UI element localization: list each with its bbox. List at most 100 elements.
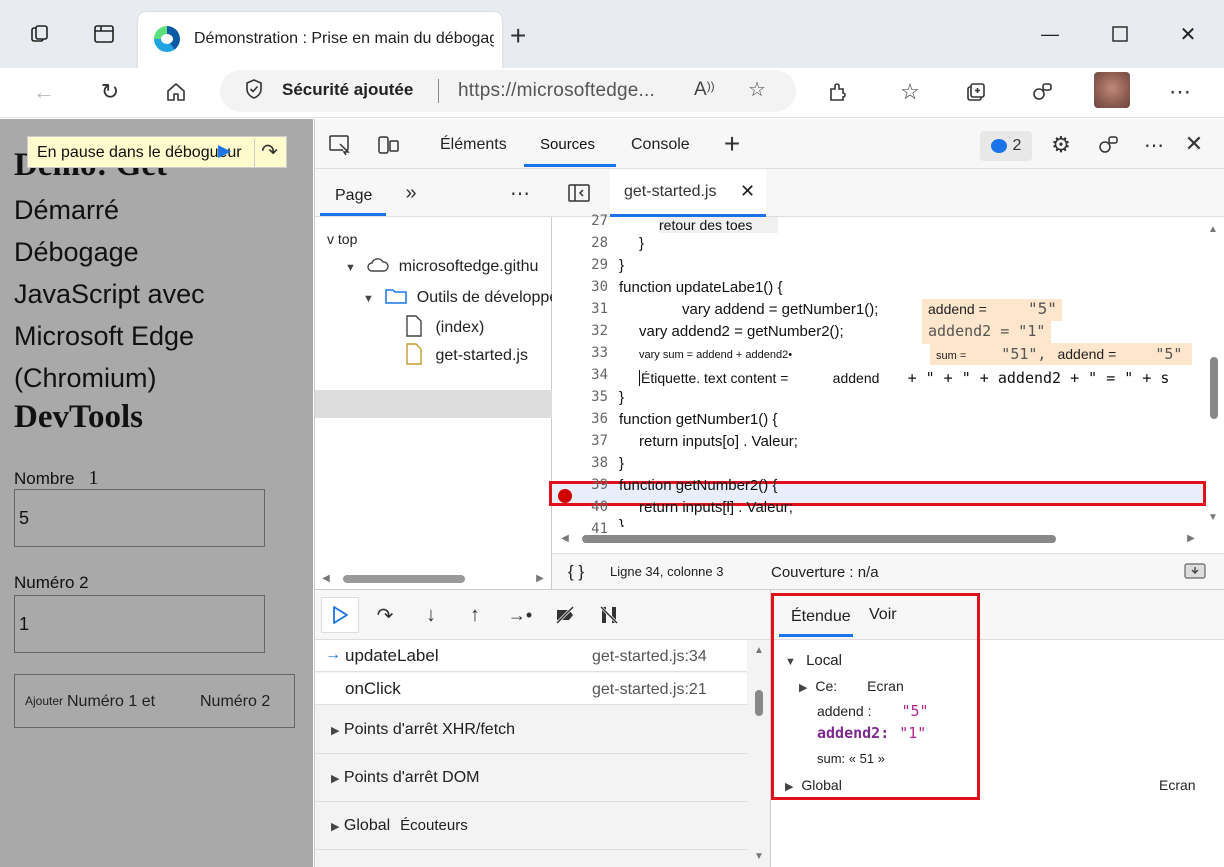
maximize-icon[interactable]	[1100, 14, 1140, 54]
debugger-scrollbar[interactable]	[755, 690, 763, 716]
scroll-left-icon[interactable]: ◀	[558, 531, 572, 545]
scope-addend[interactable]: addend : "5"	[817, 702, 929, 720]
tab-console[interactable]: Console	[631, 136, 690, 154]
resume-icon[interactable]: ▶	[218, 141, 246, 165]
line-number[interactable]: 34	[580, 367, 608, 383]
step-over-icon[interactable]: ↷	[371, 602, 399, 628]
settings-gear-icon[interactable]: ⚙	[1048, 132, 1074, 158]
home-icon[interactable]	[158, 74, 194, 110]
line-number[interactable]: 32	[580, 323, 608, 339]
close-devtools-icon[interactable]: ✕	[1181, 131, 1207, 157]
scroll-down-icon[interactable]: ▼	[1206, 511, 1220, 523]
browser-tab[interactable]: Démonstration : Prise en main du débogag…	[138, 12, 502, 68]
read-aloud-icon[interactable]: A))	[694, 79, 715, 101]
heading-line-3: JavaScript avec	[14, 279, 205, 309]
frame-location[interactable]: get-started.js:34	[592, 648, 707, 666]
xhr-breakpoints-section[interactable]: ▶ Points d'arrêt XHR/fetch	[315, 706, 747, 754]
divider	[438, 79, 439, 103]
dom-breakpoints-section[interactable]: ▶ Points d'arrêt DOM	[315, 754, 747, 802]
step-out-icon[interactable]: ↑	[461, 602, 489, 628]
number1-input[interactable]: 5	[14, 489, 265, 547]
breakpoint-icon[interactable]	[558, 489, 572, 503]
more-tabs-plus-icon[interactable]: +	[717, 128, 747, 159]
collections-icon[interactable]	[958, 74, 994, 110]
address-bar[interactable]: Sécurité ajoutée https://microsoftedge..…	[220, 70, 796, 112]
line-number[interactable]: 33	[580, 345, 608, 361]
scroll-right-icon[interactable]: ▶	[1184, 531, 1198, 545]
issues-badge[interactable]: 2	[980, 131, 1032, 161]
scroll-up-icon[interactable]: ▲	[752, 644, 766, 656]
step-icon[interactable]: →•	[505, 602, 535, 628]
scroll-right-icon[interactable]: ▶	[533, 570, 547, 586]
more-options-icon[interactable]: ⋯	[1162, 74, 1198, 110]
new-tab-icon[interactable]: +	[510, 20, 526, 52]
scope-addend2[interactable]: addend2: "1"	[817, 724, 926, 742]
line-number[interactable]: 37	[580, 433, 608, 449]
line-number[interactable]: 31	[580, 301, 608, 317]
tree-domain[interactable]: ▼ microsoftedge.githu	[345, 257, 538, 276]
line-number[interactable]: 40	[580, 499, 608, 515]
line-number[interactable]: 38	[580, 455, 608, 471]
scope-sum[interactable]: sum: « 51 »	[817, 751, 885, 766]
url-text[interactable]: https://microsoftedge...	[458, 80, 655, 102]
close-window-icon[interactable]: ✕	[1168, 14, 1208, 54]
extensions-icon[interactable]	[820, 74, 856, 110]
customize-icon[interactable]	[1095, 132, 1121, 158]
add-numbers-button[interactable]: Ajouter Numéro 1 et Numéro 2	[14, 674, 295, 728]
step-over-icon[interactable]: ↷	[254, 139, 284, 167]
pause-on-exceptions-icon[interactable]	[595, 602, 623, 628]
step-into-icon[interactable]: ↓	[417, 602, 445, 628]
tab-sources[interactable]: Sources	[540, 136, 595, 153]
global-listeners-section[interactable]: ▶ Global Écouteurs	[315, 802, 747, 850]
navigator-scrollbar[interactable]	[343, 575, 465, 583]
add-favorite-icon[interactable]: ☆	[748, 77, 766, 102]
more-devtools-icon[interactable]: ⋯	[1141, 132, 1167, 158]
scroll-left-icon[interactable]: ◀	[319, 570, 333, 586]
close-file-icon[interactable]: ✕	[740, 181, 755, 202]
call-stack-frame[interactable]: onClick get-started.js:21	[315, 673, 747, 705]
line-number[interactable]: 35	[580, 389, 608, 405]
device-emulation-icon[interactable]	[375, 133, 401, 157]
performance-icon[interactable]	[1024, 74, 1060, 110]
editor-vertical-scrollbar[interactable]	[1210, 357, 1218, 419]
scope-this[interactable]: ▶ Ce: Ecran	[799, 678, 904, 694]
file-tab[interactable]: get-started.js ✕	[610, 169, 766, 217]
line-number[interactable]: 39	[580, 477, 608, 493]
line-number[interactable]: 36	[580, 411, 608, 427]
profile-avatar[interactable]	[1094, 72, 1130, 108]
toggle-navigator-icon[interactable]	[566, 181, 592, 205]
issues-count: 2	[1012, 137, 1022, 154]
line-number[interactable]: 29	[580, 257, 608, 273]
scroll-up-icon[interactable]: ▲	[1206, 223, 1220, 235]
tab-elements[interactable]: Éléments	[440, 136, 507, 154]
tab-page[interactable]: Page	[335, 187, 372, 205]
favorites-icon[interactable]: ☆	[892, 74, 928, 110]
inspect-icon[interactable]	[327, 133, 353, 157]
pretty-print-button[interactable]: { }	[568, 562, 584, 582]
tree-top[interactable]: v top	[327, 231, 357, 247]
editor-horizontal-scrollbar[interactable]	[582, 535, 1056, 543]
highlight-box	[771, 593, 980, 800]
scope-global[interactable]: ▶ Global	[785, 777, 842, 793]
refresh-icon[interactable]: ↻	[92, 74, 128, 110]
navigator-menu-icon[interactable]: ⋯	[507, 181, 533, 205]
tab-actions-icon[interactable]	[84, 14, 124, 54]
back-icon[interactable]: ←	[26, 74, 62, 110]
file-icon	[405, 315, 427, 337]
call-stack-frame[interactable]: → updateLabel get-started.js:34	[315, 640, 747, 672]
line-number[interactable]: 30	[580, 279, 608, 295]
more-navigator-tabs-icon[interactable]: »	[399, 181, 423, 205]
scroll-down-icon[interactable]: ▼	[752, 850, 766, 862]
number2-input[interactable]: 1	[14, 595, 265, 653]
scope-local[interactable]: ▼ Local	[785, 652, 842, 669]
line-number[interactable]: 28	[580, 235, 608, 251]
tree-file-get-started[interactable]: get-started.js	[405, 343, 528, 365]
tree-file-index[interactable]: (index)	[405, 315, 484, 337]
minimize-icon[interactable]: —	[1030, 14, 1070, 54]
frame-location[interactable]: get-started.js:21	[592, 681, 707, 699]
line-number[interactable]: 27	[580, 213, 608, 229]
deactivate-breakpoints-icon[interactable]	[551, 602, 579, 628]
resume-icon[interactable]	[321, 597, 359, 633]
drawer-icon[interactable]	[1182, 560, 1208, 582]
workspaces-icon[interactable]	[20, 14, 60, 54]
